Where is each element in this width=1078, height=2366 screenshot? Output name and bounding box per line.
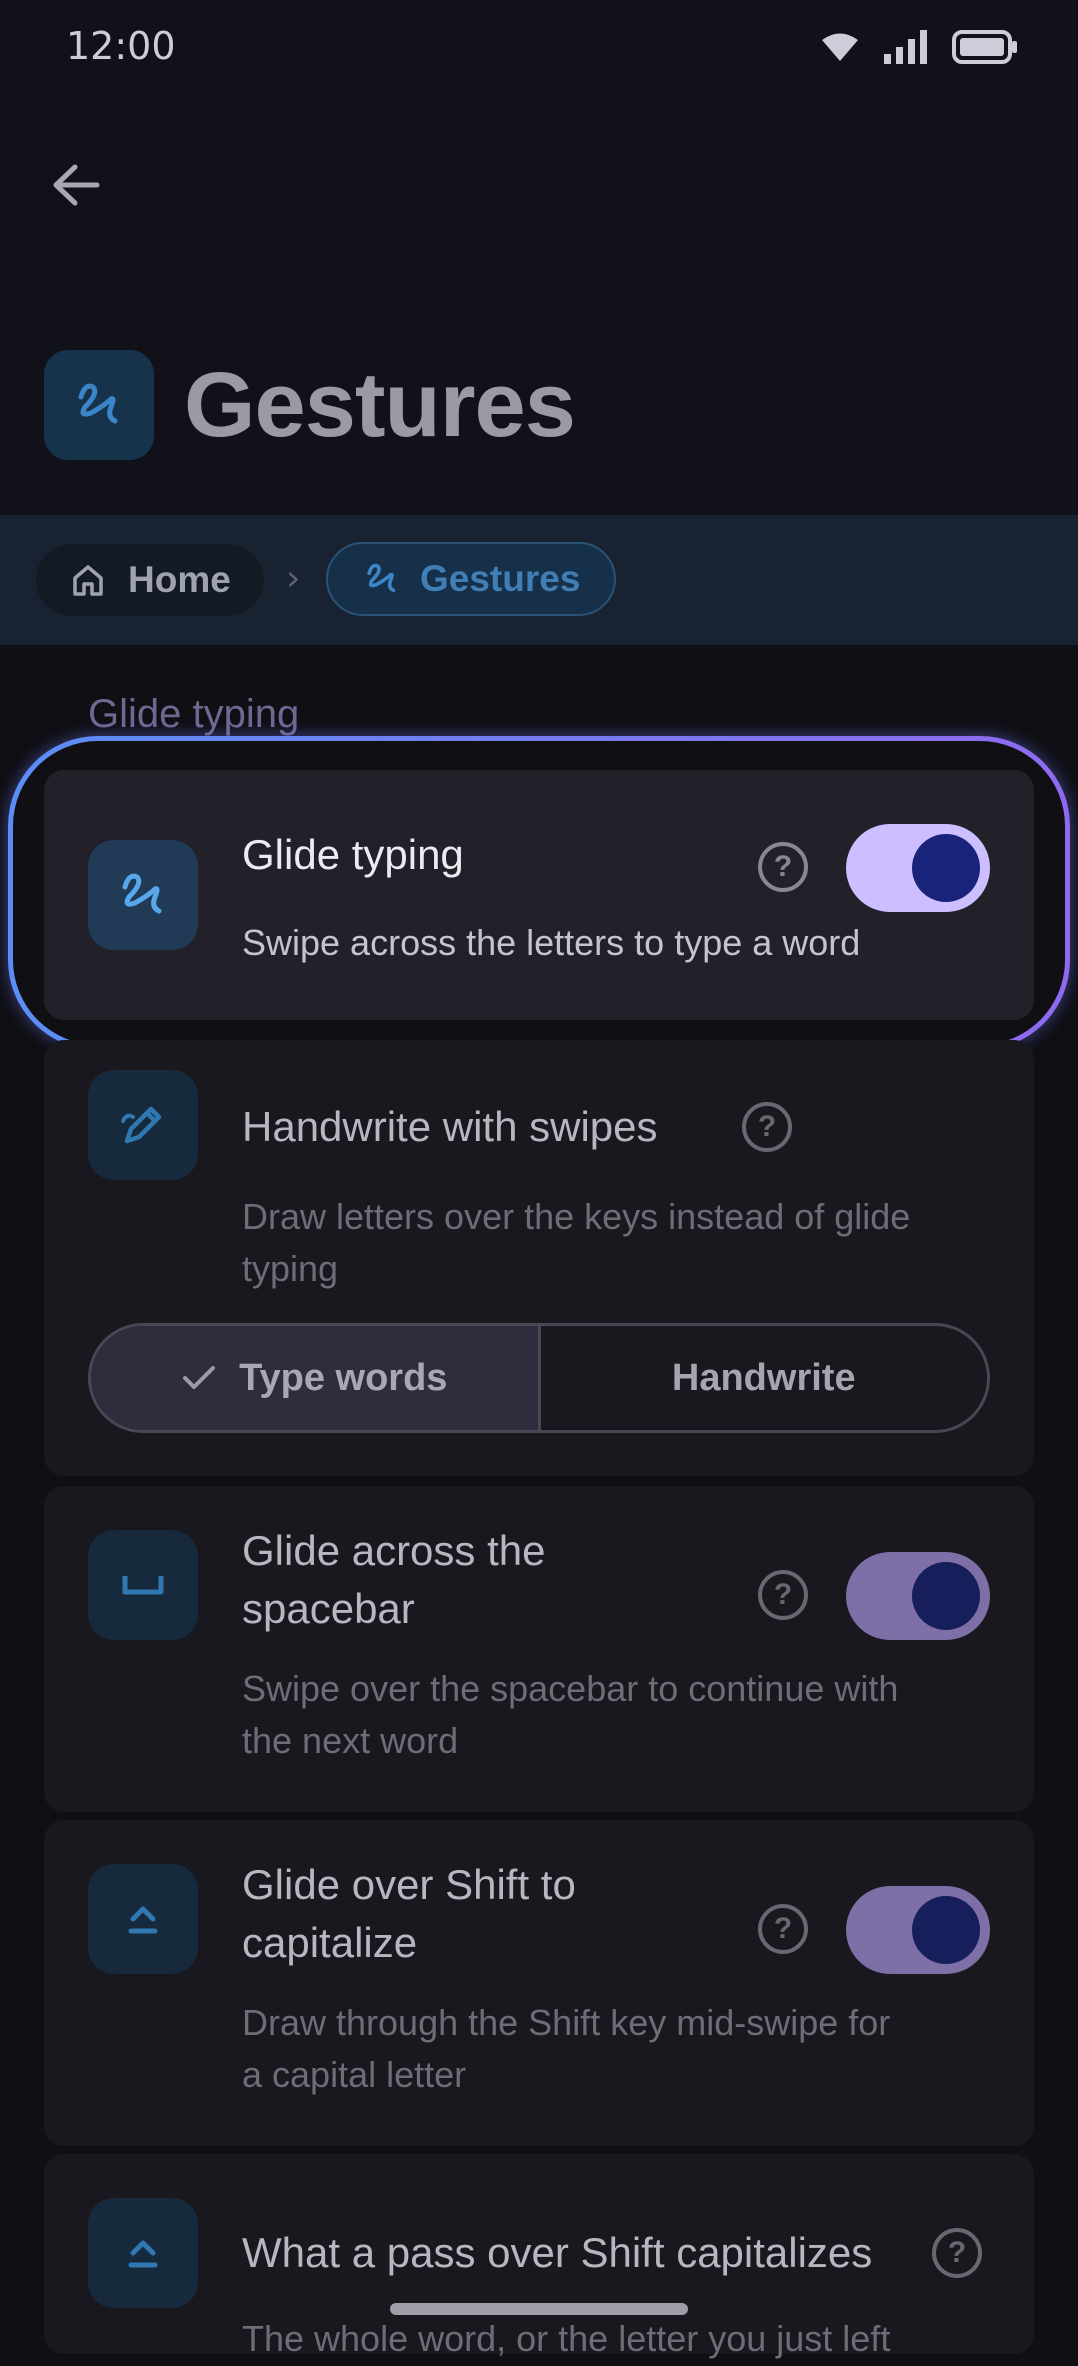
spacebar-icon [122, 1576, 164, 1595]
setting-title: Glide typing [242, 831, 464, 878]
breadcrumb-home-label: Home [128, 559, 231, 600]
setting-title-line1: Glide across the [242, 1527, 546, 1574]
battery-icon [952, 30, 1017, 64]
breadcrumb-current-label: Gestures [420, 558, 581, 599]
segment-type-words[interactable]: Type words [91, 1326, 541, 1430]
page-title: Gestures [184, 354, 576, 456]
shift-caps-icon [128, 1906, 158, 1934]
glide-typing-toggle[interactable] [846, 824, 990, 912]
status-bar: 12:00 [0, 0, 1078, 100]
setting-description: The whole word, or the letter you just l… [242, 2318, 891, 2359]
setting-description-line1: Draw letters over the keys instead of gl… [242, 1196, 911, 1237]
arrow-left-icon [53, 164, 100, 206]
toggle-knob [912, 1896, 980, 1964]
back-button[interactable] [36, 145, 116, 225]
setting-description-line2: typing [242, 1248, 339, 1289]
help-icon[interactable]: ? [742, 1102, 792, 1152]
setting-description-line1: Swipe over the spacebar to continue with [242, 1668, 899, 1709]
setting-shift-pass-capitalizes[interactable]: What a pass over Shift capitalizes ? The… [44, 2154, 1034, 2359]
help-icon[interactable]: ? [932, 2228, 982, 2278]
setting-title: What a pass over Shift capitalizes [242, 2229, 873, 2276]
help-icon[interactable]: ? [758, 1570, 808, 1620]
setting-glide-shift-capitalize[interactable]: Glide over Shift to capitalize ? Draw th… [44, 1820, 1034, 2146]
handwrite-mode-segmented-control: Type words Handwrite [88, 1323, 990, 1433]
segment-label: Type words [239, 1356, 448, 1399]
setting-icon [88, 1530, 198, 1640]
setting-description-line2: a capital letter [242, 2054, 467, 2095]
gesture-icon [367, 563, 396, 593]
setting-icon [88, 1070, 198, 1180]
gesture-icon [122, 873, 162, 914]
setting-title-line2: spacebar [242, 1585, 415, 1632]
setting-description: Swipe across the letters to type a word [242, 922, 861, 963]
setting-icon [88, 2198, 198, 2308]
shift-caps-icon [128, 2240, 158, 2268]
page-title-icon [44, 350, 154, 460]
pen-edit-icon [121, 1106, 162, 1144]
toggle-knob [912, 1562, 980, 1630]
toggle-knob [912, 834, 980, 902]
help-icon[interactable]: ? [758, 1904, 808, 1954]
setting-icon [88, 840, 198, 950]
signal-icon [884, 30, 927, 64]
help-icon[interactable]: ? [758, 842, 808, 892]
check-icon [183, 1366, 216, 1389]
setting-title-line1: Glide over Shift to [242, 1861, 576, 1908]
setting-glide-spacebar[interactable]: Glide across the spacebar ? Swipe over t… [44, 1486, 1034, 1812]
setting-title: Handwrite with swipes [242, 1103, 658, 1150]
setting-description-line1: Draw through the Shift key mid-swipe for [242, 2002, 891, 2043]
home-indicator[interactable] [390, 2303, 688, 2315]
setting-glide-typing[interactable]: Glide typing Swipe across the letters to… [44, 770, 1034, 1020]
segment-label: Handwrite [671, 1356, 856, 1399]
status-icons [820, 30, 1018, 64]
setting-title-line2: capitalize [242, 1919, 418, 1966]
setting-icon [88, 1864, 198, 1974]
setting-description-line2: the next word [242, 1720, 459, 1761]
wifi-icon [822, 33, 858, 61]
glide-shift-toggle[interactable] [846, 1886, 990, 1974]
glide-spacebar-toggle[interactable] [846, 1552, 990, 1640]
home-icon [73, 565, 103, 596]
breadcrumb-separator: › [286, 558, 301, 599]
segment-handwrite[interactable]: Handwrite [541, 1326, 988, 1430]
gesture-icon [78, 383, 118, 424]
breadcrumb-home[interactable]: Home [36, 544, 264, 616]
section-label: Glide typing [88, 692, 300, 736]
status-time: 12:00 [66, 24, 176, 68]
breadcrumb-current[interactable]: Gestures [326, 542, 616, 616]
